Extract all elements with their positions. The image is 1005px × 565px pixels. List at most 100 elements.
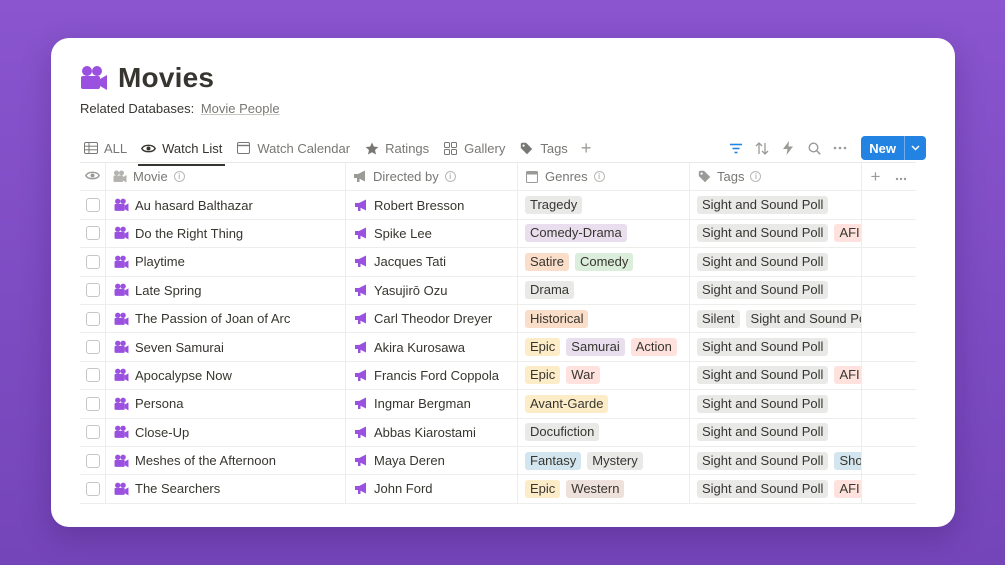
movie-cell[interactable]: Meshes of the Afternoon <box>106 446 346 475</box>
director-link[interactable]: John Ford <box>374 481 433 496</box>
movie-cell[interactable]: Seven Samurai <box>106 333 346 361</box>
director-cell[interactable]: Robert Bresson <box>346 191 518 219</box>
director-link[interactable]: Ingmar Bergman <box>374 396 471 411</box>
info-icon[interactable]: i <box>593 171 605 183</box>
movie-cell[interactable]: Do the Right Thing <box>106 219 346 248</box>
genres-cell[interactable]: Historical <box>518 304 690 333</box>
info-icon[interactable]: i <box>444 171 456 183</box>
movie-cell[interactable]: Apocalypse Now <box>106 361 346 390</box>
movie-camera-icon[interactable] <box>80 64 108 92</box>
genres-cell[interactable]: Docufiction <box>518 418 690 446</box>
tags-cell[interactable]: Silent Sight and Sound Pol <box>690 304 862 333</box>
genres-cell[interactable]: Fantasy Mystery <box>518 446 690 475</box>
sort-icon[interactable] <box>753 139 771 157</box>
director-cell[interactable]: Carl Theodor Dreyer <box>346 304 518 333</box>
related-database-link[interactable]: Movie People <box>201 101 280 116</box>
info-icon[interactable]: i <box>750 171 762 183</box>
tags-cell[interactable]: Sight and Sound Poll AFI 1 <box>690 475 862 503</box>
add-property-icon[interactable]: + <box>871 167 881 187</box>
director-cell[interactable]: Akira Kurosawa <box>346 333 518 361</box>
new-button[interactable]: New <box>861 136 926 160</box>
movie-cell[interactable]: Persona <box>106 390 346 418</box>
row-checkbox[interactable] <box>85 311 100 326</box>
row-checkbox[interactable] <box>85 481 100 496</box>
movie-cell[interactable]: The Searchers <box>106 475 346 503</box>
director-cell[interactable]: Francis Ford Coppola <box>346 361 518 390</box>
director-cell[interactable]: John Ford <box>346 475 518 503</box>
table-row[interactable]: Seven Samurai Akira Kurosawa Epic Samurai Ac… <box>80 333 916 362</box>
tags-cell[interactable]: Sight and Sound Poll <box>690 418 862 446</box>
tab-all[interactable]: ALL <box>80 134 130 162</box>
director-link[interactable]: Carl Theodor Dreyer <box>374 311 492 326</box>
director-link[interactable]: Abbas Kiarostami <box>374 425 476 440</box>
tags-cell[interactable]: Sight and Sound Poll AFI 1 <box>690 219 862 248</box>
row-checkbox[interactable] <box>85 396 100 411</box>
movie-cell[interactable]: Late Spring <box>106 276 346 304</box>
movie-cell[interactable]: Au hasard Balthazar <box>106 191 346 219</box>
visibility-column-header[interactable] <box>80 163 106 191</box>
movie-cell[interactable]: The Passion of Joan of Arc <box>106 304 346 333</box>
row-checkbox[interactable] <box>85 198 100 213</box>
table-row[interactable]: Close-Up Abbas Kiarostami Docufiction Sight… <box>80 418 916 447</box>
movie-cell[interactable]: Close-Up <box>106 418 346 446</box>
genres-cell[interactable]: Avant-Garde <box>518 390 690 418</box>
director-link[interactable]: Francis Ford Coppola <box>374 368 499 383</box>
tags-cell[interactable]: Sight and Sound Poll AFI 1 <box>690 361 862 390</box>
row-checkbox[interactable] <box>85 340 100 355</box>
director-link[interactable]: Jacques Tati <box>374 254 446 269</box>
column-header-directed-by[interactable]: Directed by i <box>346 163 518 191</box>
genres-cell[interactable]: Epic Western <box>518 475 690 503</box>
filter-icon[interactable] <box>727 139 745 157</box>
more-options-icon[interactable] <box>831 139 849 157</box>
tags-cell[interactable]: Sight and Sound Poll <box>690 390 862 418</box>
tags-cell[interactable]: Sight and Sound Poll <box>690 191 862 219</box>
director-cell[interactable]: Maya Deren <box>346 446 518 475</box>
row-checkbox[interactable] <box>85 425 100 440</box>
director-cell[interactable]: Spike Lee <box>346 219 518 248</box>
genres-cell[interactable]: Epic War <box>518 361 690 390</box>
table-row[interactable]: Do the Right Thing Spike Lee Comedy-Drama S… <box>80 219 916 249</box>
automation-lightning-icon[interactable] <box>779 139 797 157</box>
director-cell[interactable]: Abbas Kiarostami <box>346 418 518 446</box>
movie-cell[interactable]: Playtime <box>106 248 346 276</box>
search-icon[interactable] <box>805 139 823 157</box>
director-cell[interactable]: Yasujirō Ozu <box>346 276 518 304</box>
column-header-tags[interactable]: Tags i <box>690 163 862 191</box>
column-header-movie[interactable]: Movie i <box>106 163 346 191</box>
tab-ratings[interactable]: Ratings <box>361 134 432 162</box>
tags-cell[interactable]: Sight and Sound Poll <box>690 248 862 276</box>
director-link[interactable]: Yasujirō Ozu <box>374 283 447 298</box>
genres-cell[interactable]: Tragedy <box>518 191 690 219</box>
tab-gallery[interactable]: Gallery <box>440 134 508 162</box>
director-link[interactable]: Robert Bresson <box>374 198 464 213</box>
director-cell[interactable]: Jacques Tati <box>346 248 518 276</box>
genres-cell[interactable]: Epic Samurai Action <box>518 333 690 361</box>
director-link[interactable]: Spike Lee <box>374 226 432 241</box>
tab-tags[interactable]: Tags <box>516 134 570 162</box>
table-row[interactable]: Meshes of the Afternoon Maya Deren Fantasy… <box>80 446 916 476</box>
row-checkbox[interactable] <box>85 283 100 298</box>
more-options-icon[interactable] <box>895 169 907 184</box>
table-row[interactable]: Persona Ingmar Bergman Avant-Garde Sight an… <box>80 390 916 419</box>
genres-cell[interactable]: Drama <box>518 276 690 304</box>
table-row[interactable]: Apocalypse Now Francis Ford Coppola Epic Wa… <box>80 361 916 391</box>
table-row[interactable]: The Searchers John Ford Epic Western Sight a… <box>80 475 916 504</box>
director-link[interactable]: Maya Deren <box>374 453 445 468</box>
table-row[interactable]: Au hasard Balthazar Robert Bresson Tragedy… <box>80 191 916 220</box>
genres-cell[interactable]: Satire Comedy <box>518 248 690 276</box>
row-checkbox[interactable] <box>85 453 100 468</box>
row-checkbox[interactable] <box>85 368 100 383</box>
tags-cell[interactable]: Sight and Sound Poll Short <box>690 446 862 475</box>
add-view-icon[interactable]: + <box>581 139 592 157</box>
table-row[interactable]: Late Spring Yasujirō Ozu Drama Sight and So… <box>80 276 916 305</box>
column-header-genres[interactable]: Genres i <box>518 163 690 191</box>
tab-watch-list[interactable]: Watch List <box>138 134 226 166</box>
director-link[interactable]: Akira Kurosawa <box>374 340 465 355</box>
info-icon[interactable]: i <box>173 171 185 183</box>
director-cell[interactable]: Ingmar Bergman <box>346 390 518 418</box>
genres-cell[interactable]: Comedy-Drama <box>518 219 690 248</box>
tab-watch-calendar[interactable]: Watch Calendar <box>233 134 353 162</box>
table-row[interactable]: The Passion of Joan of Arc Carl Theodor D… <box>80 304 916 334</box>
tags-cell[interactable]: Sight and Sound Poll <box>690 333 862 361</box>
tags-cell[interactable]: Sight and Sound Poll <box>690 276 862 304</box>
